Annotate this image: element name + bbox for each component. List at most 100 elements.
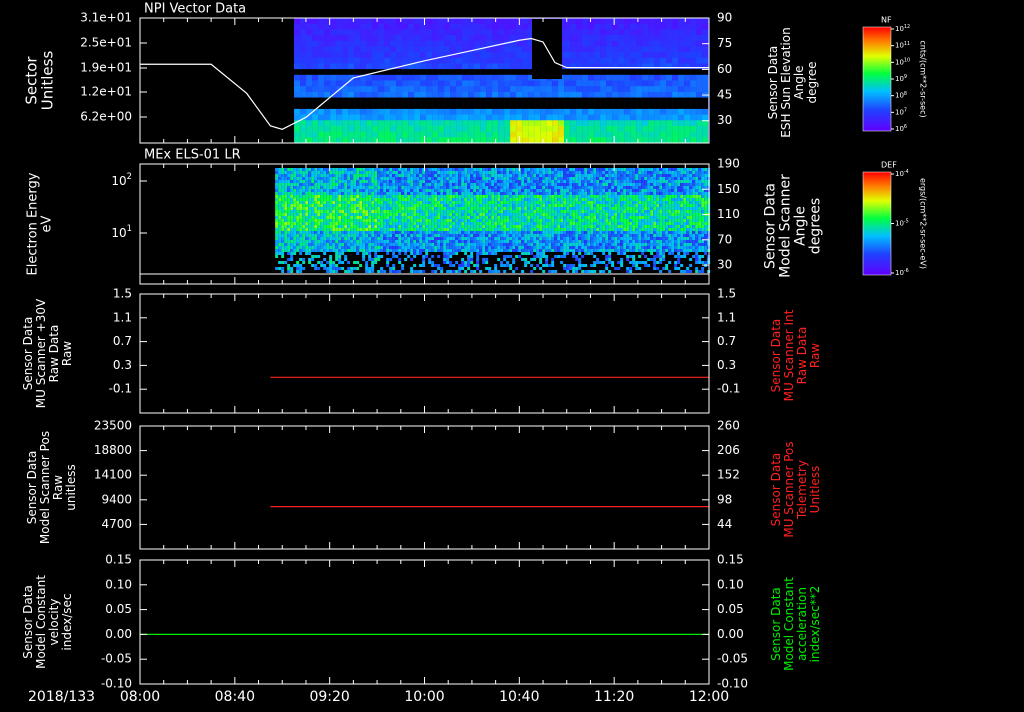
els-cell [563, 207, 567, 210]
npi-cell [300, 52, 307, 59]
els-cell [488, 228, 492, 231]
els-cell [506, 222, 510, 225]
els-cell [293, 234, 297, 237]
els-cell [389, 210, 393, 213]
els-cell [290, 168, 294, 171]
els-cell [605, 258, 609, 261]
els-cell [341, 228, 345, 231]
els-cell [533, 207, 537, 210]
els-cell [398, 213, 402, 216]
els-cell [368, 198, 372, 201]
els-cell [383, 177, 387, 180]
npi-cell [294, 52, 301, 59]
npi-cell [678, 120, 685, 127]
els-cell [290, 219, 294, 222]
npi-cell [354, 125, 361, 133]
els-cell [323, 258, 327, 261]
els-cell [590, 180, 594, 183]
els-cell [509, 186, 513, 189]
els-cell [476, 201, 480, 204]
npi-cell [702, 86, 709, 93]
els-cell [368, 228, 372, 231]
els-cell [491, 171, 495, 174]
els-cell [455, 237, 459, 240]
els-cell [482, 249, 486, 252]
npi-cell [414, 52, 421, 59]
els-cell [464, 228, 468, 231]
npi-cell [654, 46, 661, 53]
npi-cell [696, 57, 703, 64]
npi-cell [408, 69, 415, 76]
npi-cell [630, 103, 637, 110]
els-cell [551, 225, 555, 228]
els-cell [593, 198, 597, 201]
els-cell [554, 222, 558, 225]
npi-cell [510, 29, 517, 36]
npi-cell [348, 86, 355, 93]
els-cell [278, 207, 282, 210]
npi-cell [624, 57, 631, 64]
npi-cell [582, 86, 589, 93]
els-cell [422, 207, 426, 210]
npi-cell [504, 46, 511, 53]
els-cell [461, 198, 465, 201]
els-cell [377, 195, 381, 198]
els-cell [461, 177, 465, 180]
npi-cell [492, 103, 499, 110]
els-cell [497, 225, 501, 228]
els-cell [296, 231, 300, 234]
npi-cell [600, 23, 607, 30]
els-cell [554, 195, 558, 198]
els-cell [503, 222, 507, 225]
npi-cell [618, 108, 625, 116]
els-cell [290, 225, 294, 228]
npi-cell [630, 40, 637, 47]
els-cell [473, 186, 477, 189]
npi-cell [654, 86, 661, 93]
els-cell [584, 240, 588, 243]
els-cell [407, 243, 411, 246]
els-cell [497, 201, 501, 204]
els-cell [506, 204, 510, 207]
els-cell [281, 177, 285, 180]
els-cell [509, 249, 513, 252]
els-cell [515, 237, 519, 240]
els-cell [554, 174, 558, 177]
els-cell [308, 189, 312, 192]
npi-cell [534, 120, 541, 127]
els-cell [509, 216, 513, 219]
els-cell [452, 195, 456, 198]
els-cell [452, 264, 456, 267]
els-cell [587, 207, 591, 210]
els-cell [497, 189, 501, 192]
els-cell [503, 189, 507, 192]
els-cell [431, 216, 435, 219]
npi-cell [462, 18, 469, 25]
npi-cell [366, 97, 373, 104]
npi-cell [312, 57, 319, 64]
els-cell [299, 222, 303, 225]
els-cell [332, 201, 336, 204]
els-cell [548, 183, 552, 186]
els-cell [404, 225, 408, 228]
npi-cell [468, 29, 475, 36]
els-cell [281, 183, 285, 186]
els-cell [404, 168, 408, 171]
els-cell [506, 195, 510, 198]
els-cell [392, 222, 396, 225]
els-cell [326, 231, 330, 234]
els-cell [554, 219, 558, 222]
npi-cell [402, 91, 409, 99]
npi-cell [312, 18, 319, 25]
npi-cell [612, 97, 619, 104]
els-cell [323, 222, 327, 225]
els-cell [596, 228, 600, 231]
els-cell [605, 192, 609, 195]
els-cell [413, 189, 417, 192]
npi-cell [504, 35, 511, 42]
npi-cell [486, 29, 493, 36]
npi-cell [354, 18, 361, 25]
els-cell [485, 183, 489, 186]
npi-cell [360, 114, 367, 121]
els-cell [530, 177, 534, 180]
